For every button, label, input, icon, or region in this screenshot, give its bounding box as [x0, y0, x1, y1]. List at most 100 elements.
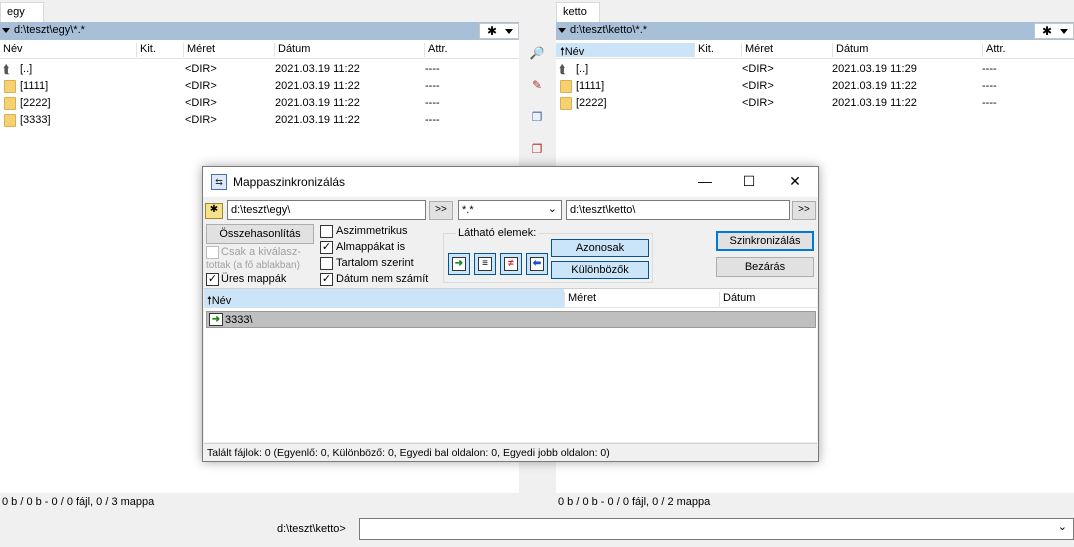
- col-attr[interactable]: Attr.: [982, 43, 1074, 57]
- col-size[interactable]: Méret: [564, 292, 719, 307]
- folder-icon: [560, 97, 572, 110]
- equal-icon: ≡: [478, 257, 492, 271]
- left-path-field[interactable]: d:\teszt\egy\: [227, 200, 426, 220]
- col-name[interactable]: Név: [0, 43, 136, 57]
- list-item[interactable]: ⮬ [..] <DIR> 2021.03.19 11:22 ----: [0, 61, 519, 78]
- left-path-text: d:\teszt\egy\*.*: [14, 24, 85, 36]
- sync-dialog: ⇆ Mappaszinkronizálás — ☐ ✕ ✱ d:\teszt\e…: [202, 166, 819, 462]
- list-item[interactable]: ➜ 3333\: [206, 311, 816, 328]
- folder-icon: [4, 114, 16, 127]
- command-line: d:\teszt\ketto> ⌄: [0, 517, 1074, 547]
- item-attr: ----: [425, 97, 440, 109]
- item-attr: ----: [425, 114, 440, 126]
- dialog-title: Mappaszinkronizálás: [233, 175, 346, 189]
- item-size: <DIR>: [185, 63, 217, 75]
- filter-button[interactable]: ✱: [1034, 23, 1074, 39]
- identical-button[interactable]: Azonosak: [551, 239, 649, 257]
- col-ext[interactable]: Kit.: [694, 43, 741, 57]
- right-browse-button[interactable]: >>: [792, 201, 816, 220]
- list-item[interactable]: [2222] <DIR> 2021.03.19 11:22 ----: [556, 95, 1074, 112]
- by-content-checkbox[interactable]: [320, 257, 333, 270]
- col-date[interactable]: Dátum: [719, 292, 817, 307]
- col-attr[interactable]: Attr.: [424, 43, 519, 57]
- empty-folders-label: Üres mappák: [221, 273, 287, 285]
- list-item[interactable]: [1111] <DIR> 2021.03.19 11:22 ----: [0, 78, 519, 95]
- chevron-down-icon: [505, 29, 513, 34]
- col-name[interactable]: 🠕Név: [556, 43, 694, 58]
- left-column-header: Név Kit. Méret Dátum Attr.: [0, 40, 519, 59]
- edit-icon[interactable]: ✎: [529, 78, 545, 94]
- item-name: [2222]: [576, 97, 607, 109]
- ignore-date-checkbox[interactable]: ✓: [320, 273, 333, 286]
- only-selected-label: Csak a kiválasz-: [221, 246, 302, 258]
- asymmetric-checkbox[interactable]: [320, 225, 333, 238]
- tab-egy[interactable]: egy: [0, 2, 44, 22]
- close-icon[interactable]: ✕: [785, 173, 805, 190]
- col-size[interactable]: Méret: [183, 43, 274, 57]
- ignore-date-label: Dátum nem számít: [336, 273, 429, 285]
- dropdown-icon: [558, 28, 566, 33]
- col-ext[interactable]: Kit.: [136, 43, 183, 57]
- empty-folders-checkbox[interactable]: ✓: [206, 273, 219, 286]
- command-input[interactable]: ⌄: [359, 518, 1074, 540]
- chevron-down-icon: ⌄: [547, 203, 557, 215]
- asterisk-icon: ✱: [1042, 24, 1053, 38]
- col-date[interactable]: Dátum: [274, 43, 424, 57]
- subfolders-checkbox[interactable]: ✓: [320, 241, 333, 254]
- left-browse-button[interactable]: >>: [429, 201, 453, 220]
- list-item[interactable]: [3333] <DIR> 2021.03.19 11:22 ----: [0, 112, 519, 129]
- filter-button[interactable]: ✱: [479, 23, 519, 39]
- view-icon[interactable]: 🔎: [529, 46, 545, 62]
- only-selected-checkbox[interactable]: [206, 246, 219, 259]
- sync-button[interactable]: Szinkronizálás: [716, 231, 814, 251]
- right-path-field[interactable]: d:\teszt\ketto\: [566, 200, 790, 220]
- different-button[interactable]: Különbözők: [551, 261, 649, 279]
- list-item[interactable]: [2222] <DIR> 2021.03.19 11:22 ----: [0, 95, 519, 112]
- visible-items-label: Látható elemek:: [456, 227, 539, 239]
- show-different-button[interactable]: ≠: [500, 253, 522, 275]
- dialog-status: Talált fájlok: 0 (Egyenlő: 0, Különböző:…: [204, 443, 817, 461]
- mask-value: *.*: [462, 204, 474, 216]
- show-left-only-button[interactable]: ➜: [448, 253, 470, 275]
- copy-icon[interactable]: ❐: [529, 110, 545, 126]
- subfolders-label: Almappákat is: [336, 241, 406, 253]
- item-date: 2021.03.19 11:22: [832, 80, 917, 92]
- tab-ketto[interactable]: ketto: [556, 2, 600, 22]
- up-icon: ⮬: [559, 62, 567, 76]
- col-date[interactable]: Dátum: [832, 43, 982, 57]
- show-equal-button[interactable]: ≡: [474, 253, 496, 275]
- move-icon[interactable]: ❐: [529, 142, 545, 158]
- favorites-icon[interactable]: ✱: [205, 203, 223, 219]
- arrow-left-icon: ⬅: [530, 257, 544, 271]
- item-name: [3333]: [20, 114, 51, 126]
- right-path-bar[interactable]: d:\teszt\ketto\*.* ✱: [556, 22, 1074, 40]
- compare-button[interactable]: Összehasonlítás: [206, 224, 314, 244]
- maximize-icon[interactable]: ☐: [739, 173, 759, 190]
- col-name[interactable]: 🠕Név: [204, 289, 564, 308]
- item-attr: ----: [982, 80, 997, 92]
- left-path-bar[interactable]: d:\teszt\egy\*.* ✱: [0, 22, 519, 40]
- item-date: 2021.03.19 11:29: [832, 63, 917, 75]
- mask-select[interactable]: *.* ⌄: [458, 200, 562, 220]
- folder-icon: [4, 80, 16, 93]
- compare-list[interactable]: 🠕Név Méret Dátum ➜ 3333\: [204, 288, 817, 442]
- folder-icon: [4, 97, 16, 110]
- chevron-down-icon[interactable]: ⌄: [1058, 520, 1067, 533]
- col-name-label: Név: [211, 295, 232, 307]
- item-name: 3333\: [225, 314, 253, 326]
- close-button[interactable]: Bezárás: [716, 257, 814, 277]
- item-attr: ----: [982, 97, 997, 109]
- tab-label: ketto: [563, 6, 587, 18]
- item-name: [1111]: [20, 80, 49, 92]
- item-date: 2021.03.19 11:22: [275, 80, 360, 92]
- list-item[interactable]: [1111] <DIR> 2021.03.19 11:22 ----: [556, 78, 1074, 95]
- show-right-only-button[interactable]: ⬅: [526, 253, 548, 275]
- list-item[interactable]: ⮬ [..] <DIR> 2021.03.19 11:29 ----: [556, 61, 1074, 78]
- minimize-icon[interactable]: —: [695, 173, 715, 189]
- left-status: 0 b / 0 b - 0 / 0 fájl, 0 / 3 mappa: [2, 496, 155, 508]
- item-size: <DIR>: [185, 97, 217, 109]
- item-name: [1111]: [576, 80, 605, 92]
- col-size[interactable]: Méret: [741, 43, 832, 57]
- item-attr: ----: [425, 63, 440, 75]
- dialog-titlebar[interactable]: ⇆ Mappaszinkronizálás — ☐ ✕: [203, 167, 818, 197]
